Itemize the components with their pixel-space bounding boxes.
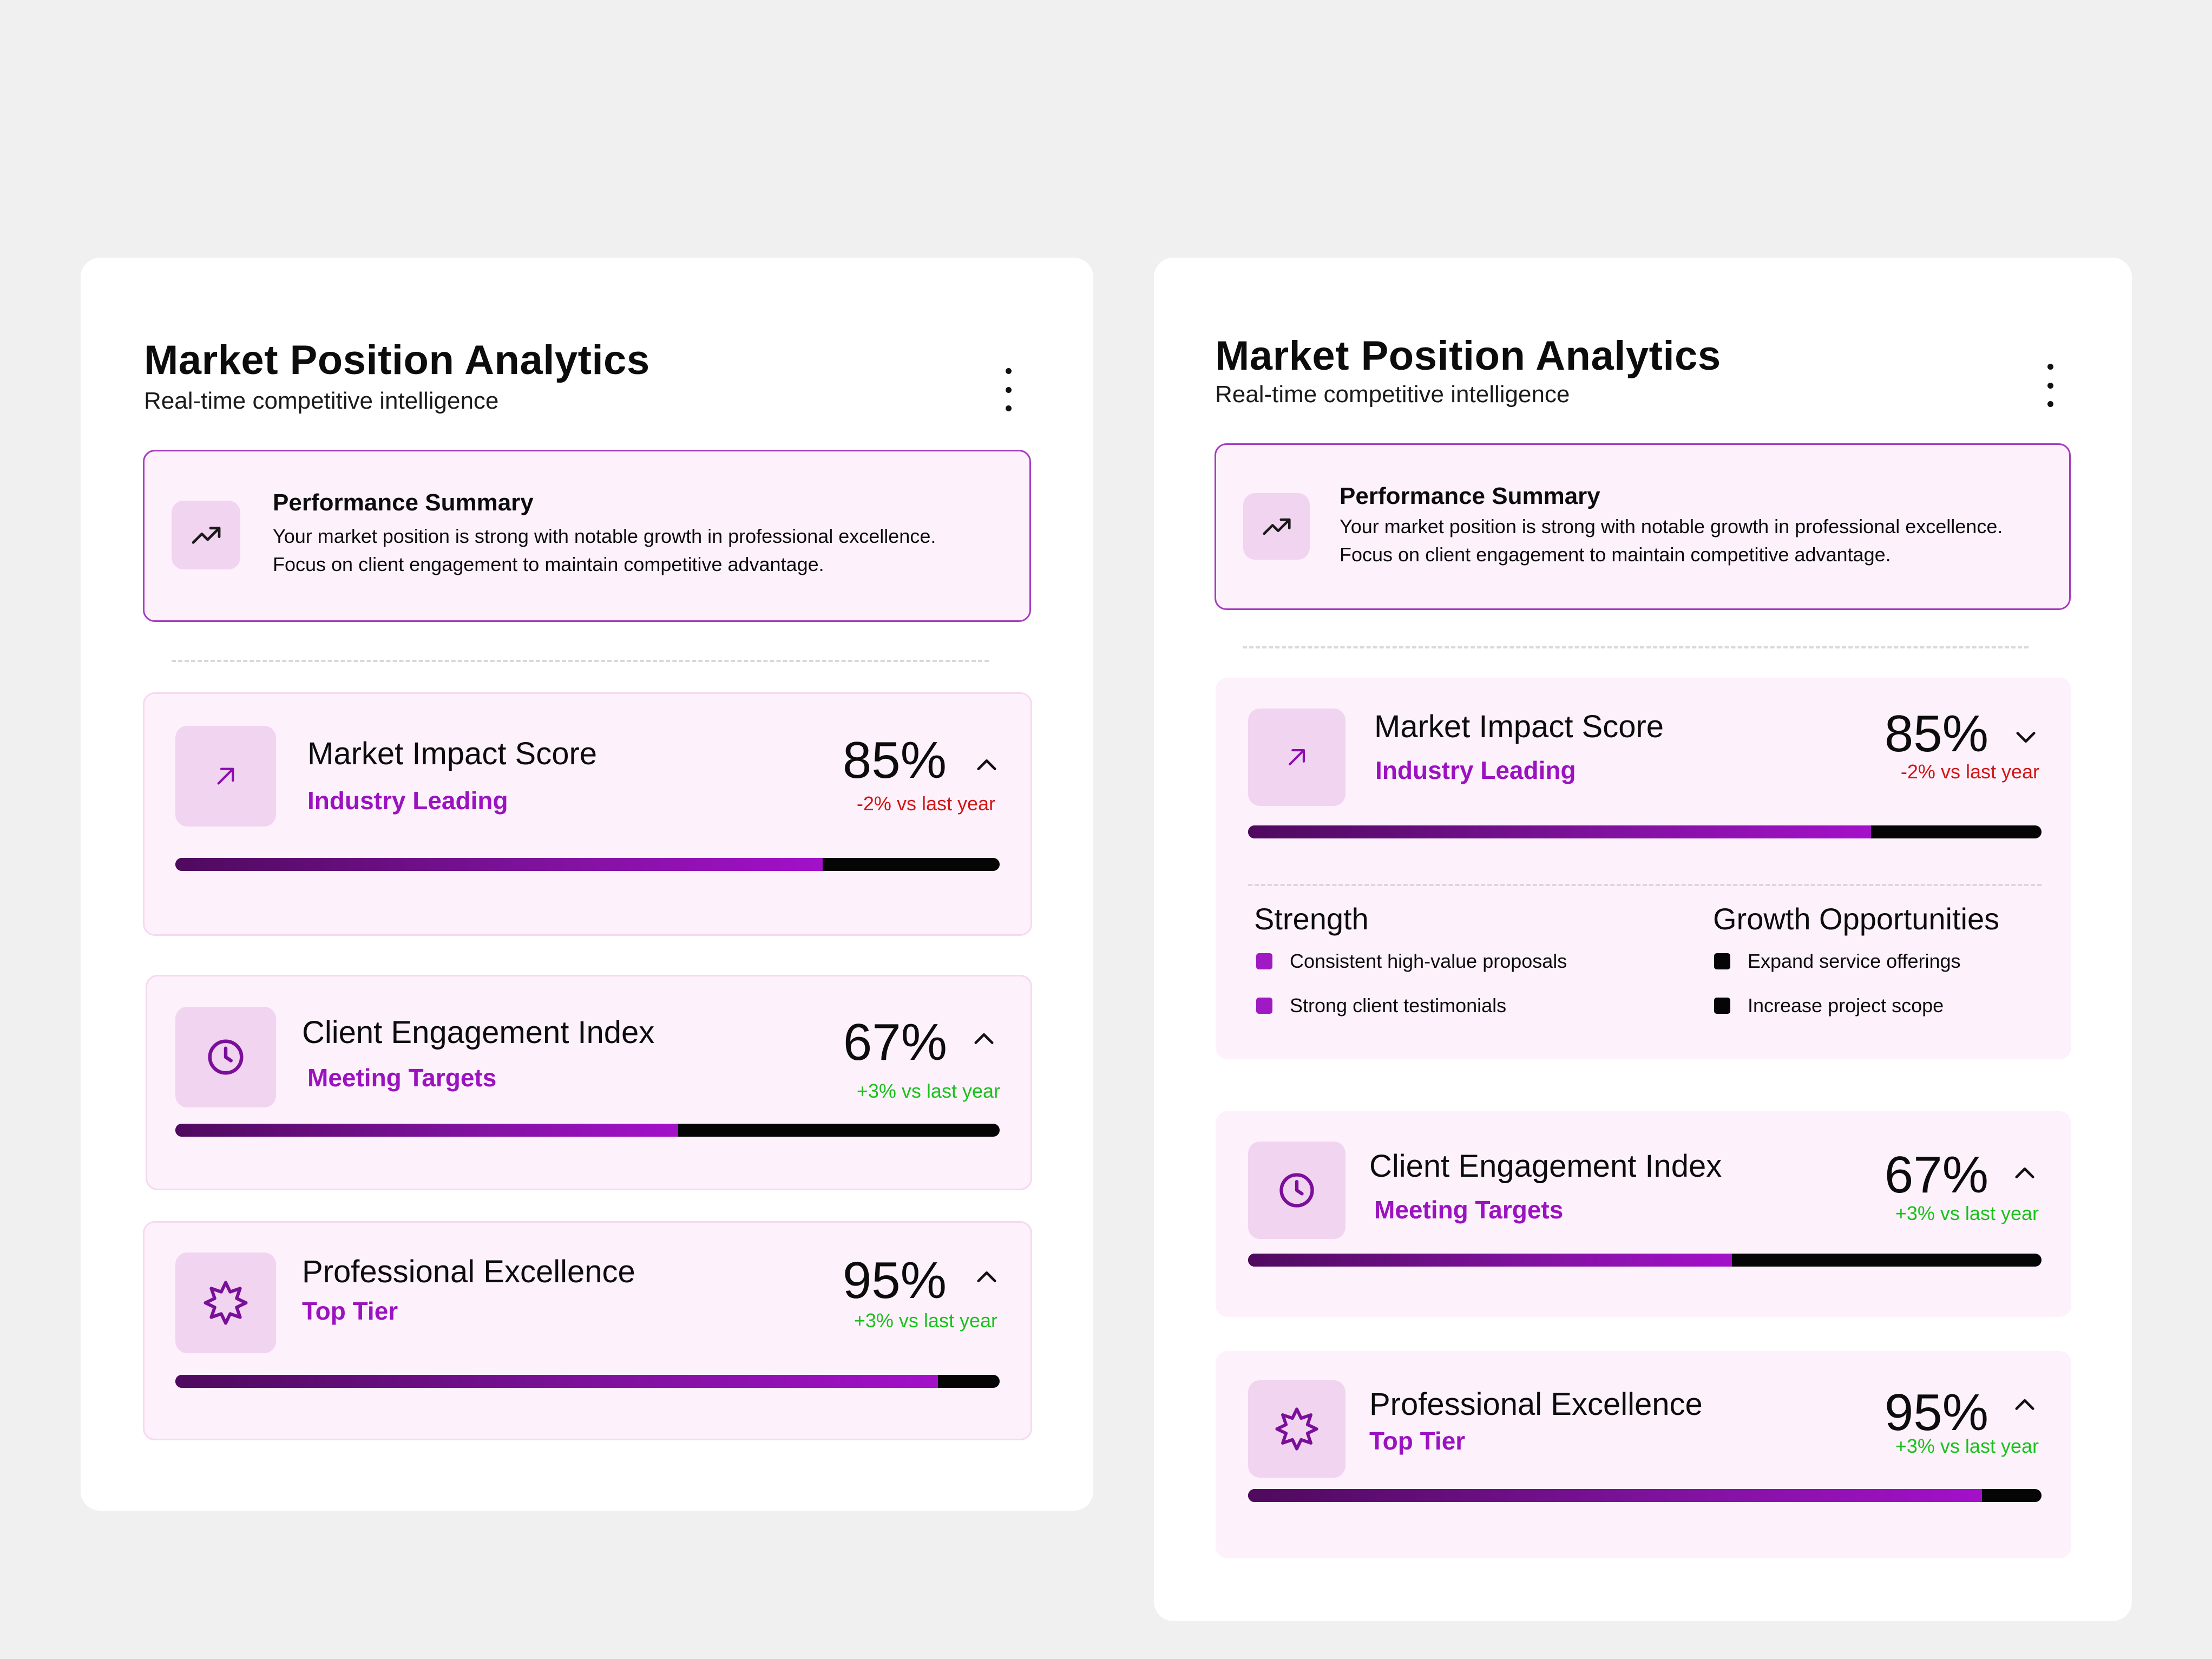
progress-bar [1248, 1489, 2042, 1502]
analytics-panel-expanded: Market Position Analytics Real-time comp… [1154, 258, 2132, 1621]
trending-up-icon [1243, 493, 1310, 560]
metric-delta: +3% vs last year [1895, 1435, 2039, 1457]
arrow-up-right-icon [1248, 709, 1345, 806]
metric-status: Meeting Targets [307, 1064, 497, 1092]
metric-delta: -2% vs last year [1900, 760, 2039, 783]
panel-subtitle: Real-time competitive intelligence [144, 388, 499, 414]
chevron-up-icon[interactable] [973, 751, 1001, 779]
dot-icon [1005, 386, 1012, 393]
metric-delta: -2% vs last year [856, 792, 995, 815]
progress-fill [1248, 825, 1871, 838]
panel-title: Market Position Analytics [144, 337, 650, 383]
dot-icon [1005, 368, 1012, 374]
metric-name: Market Impact Score [1374, 709, 1664, 744]
progress-fill [1248, 1489, 1983, 1502]
summary-line-1: Your market position is strong with nota… [1340, 515, 2003, 537]
growth-heading: Growth Opportunities [1713, 902, 2000, 936]
badge-star-icon [175, 1253, 276, 1353]
metric-status: Meeting Targets [1374, 1196, 1564, 1224]
metric-value: 95% [842, 1251, 947, 1309]
divider [172, 660, 989, 662]
bullet-square-icon [1256, 953, 1272, 969]
clock-icon [1248, 1142, 1345, 1239]
metric-delta: +3% vs last year [1895, 1202, 2039, 1224]
metric-value: 85% [1884, 705, 1988, 763]
metric-status: Top Tier [302, 1297, 398, 1325]
analytics-panel-collapsed: Market Position Analytics Real-time comp… [81, 258, 1093, 1511]
arrow-up-right-icon [175, 726, 276, 827]
divider [1243, 646, 2029, 648]
summary-line-1: Your market position is strong with nota… [273, 525, 936, 547]
progress-bar [1248, 1254, 2042, 1267]
metric-card-professional-excellence[interactable]: Professional Excellence Top Tier 95% +3%… [143, 1221, 1032, 1440]
strength-item-label: Strong client testimonials [1290, 994, 1507, 1017]
metric-card-market-impact[interactable]: Market Impact Score Industry Leading 85%… [1216, 678, 2071, 1059]
metric-value: 67% [843, 1013, 947, 1071]
bullet-square-icon [1714, 953, 1730, 969]
more-menu-button[interactable] [997, 368, 1019, 411]
clock-icon [175, 1007, 276, 1107]
dot-icon [1005, 405, 1012, 411]
divider [1248, 884, 2042, 886]
growth-item: Expand service offerings [1714, 950, 1961, 973]
bullet-square-icon [1714, 998, 1730, 1014]
metric-status: Industry Leading [307, 786, 508, 815]
bullet-square-icon [1256, 998, 1272, 1014]
summary-heading: Performance Summary [1340, 483, 1600, 509]
metric-card-client-engagement[interactable]: Client Engagement Index Meeting Targets … [1216, 1111, 2071, 1317]
metric-value: 67% [1884, 1146, 1988, 1204]
metric-status: Industry Leading [1375, 756, 1576, 784]
trending-up-icon [172, 501, 240, 569]
dot-icon [2047, 364, 2053, 370]
metric-name: Client Engagement Index [302, 1015, 655, 1050]
chevron-up-icon[interactable] [973, 1263, 1001, 1291]
summary-line-2: Focus on client engagement to maintain c… [273, 553, 824, 575]
strength-item-label: Consistent high-value proposals [1290, 950, 1567, 972]
progress-bar [175, 1375, 1000, 1388]
progress-fill [175, 858, 823, 871]
strength-item: Consistent high-value proposals [1256, 950, 1567, 973]
metric-name: Client Engagement Index [1369, 1149, 1722, 1184]
more-menu-button[interactable] [2039, 364, 2061, 407]
chevron-up-icon[interactable] [2011, 1159, 2039, 1188]
performance-summary: Performance Summary Your market position… [1215, 443, 2071, 610]
metric-card-market-impact[interactable]: Market Impact Score Industry Leading 85%… [143, 692, 1032, 936]
strength-heading: Strength [1254, 902, 1369, 936]
progress-bar [1248, 825, 2042, 838]
growth-item: Increase project scope [1714, 994, 1944, 1017]
metric-card-professional-excellence[interactable]: Professional Excellence Top Tier 95% +3%… [1216, 1351, 2071, 1558]
progress-bar [175, 1124, 1000, 1137]
performance-summary: Performance Summary Your market position… [143, 450, 1031, 622]
growth-item-label: Increase project scope [1748, 994, 1944, 1017]
metric-name: Market Impact Score [307, 736, 598, 771]
panel-subtitle: Real-time competitive intelligence [1215, 381, 1570, 408]
chevron-up-icon[interactable] [2011, 1391, 2039, 1419]
progress-bar [175, 858, 1000, 871]
badge-star-icon [1248, 1380, 1345, 1478]
summary-line-2: Focus on client engagement to maintain c… [1340, 543, 1891, 566]
chevron-down-icon[interactable] [2012, 723, 2040, 751]
metric-value: 95% [1884, 1383, 1988, 1441]
dot-icon [2047, 401, 2053, 407]
metric-delta: +3% vs last year [854, 1309, 997, 1332]
metric-value: 85% [842, 731, 947, 789]
progress-fill [1248, 1254, 1732, 1267]
metric-delta: +3% vs last year [856, 1080, 1000, 1102]
chevron-up-icon[interactable] [970, 1025, 998, 1053]
growth-item-label: Expand service offerings [1748, 950, 1961, 972]
progress-fill [175, 1375, 938, 1388]
panel-title: Market Position Analytics [1215, 333, 1721, 379]
summary-heading: Performance Summary [273, 489, 534, 516]
metric-card-client-engagement[interactable]: Client Engagement Index Meeting Targets … [146, 975, 1032, 1190]
metric-name: Professional Excellence [1369, 1387, 1703, 1422]
progress-fill [175, 1124, 679, 1137]
strength-item: Strong client testimonials [1256, 994, 1506, 1017]
dot-icon [2047, 382, 2053, 389]
metric-status: Top Tier [1369, 1427, 1466, 1455]
metric-name: Professional Excellence [302, 1254, 635, 1289]
